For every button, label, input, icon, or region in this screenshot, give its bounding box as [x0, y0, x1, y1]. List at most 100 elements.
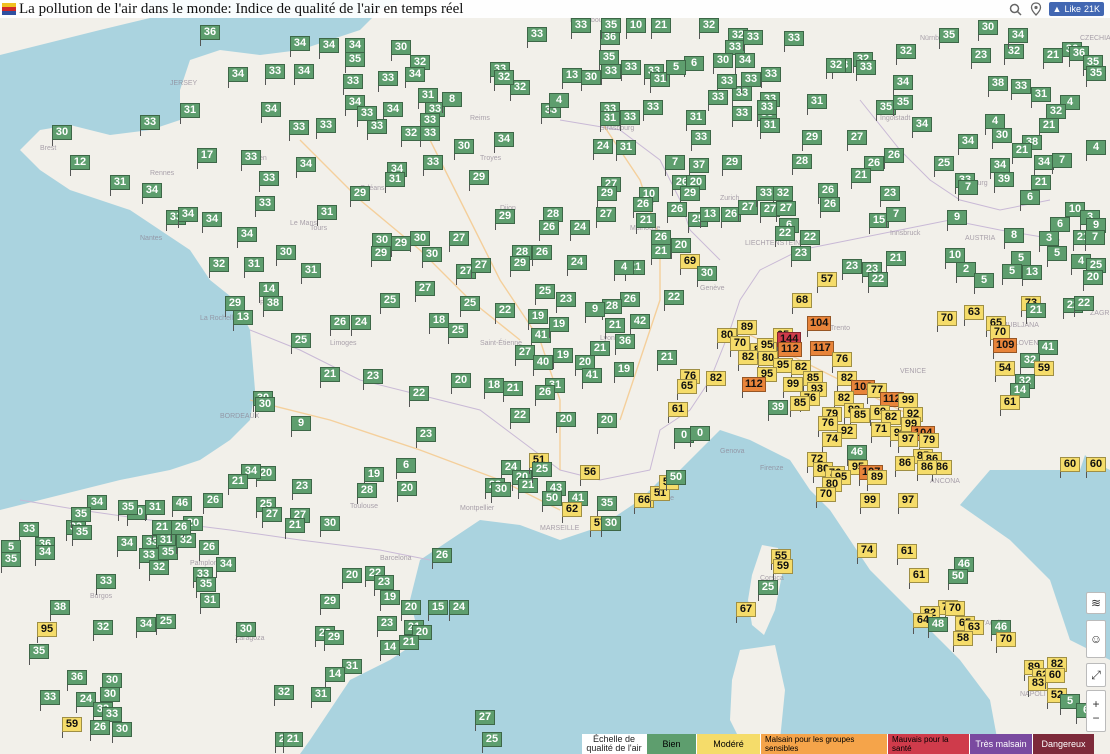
station-marker[interactable]: 35 — [71, 507, 91, 528]
station-marker[interactable]: 7 — [886, 207, 906, 228]
station-marker[interactable]: 60 — [1086, 457, 1106, 478]
station-marker[interactable]: 23 — [292, 479, 312, 500]
station-marker[interactable]: 33 — [378, 71, 398, 92]
station-marker[interactable]: 26 — [620, 292, 640, 313]
station-marker[interactable]: 18 — [429, 313, 449, 334]
station-marker[interactable]: 30 — [100, 687, 120, 708]
station-marker[interactable]: 31 — [317, 205, 337, 226]
station-marker[interactable]: 6 — [684, 56, 704, 77]
station-marker[interactable]: 63 — [964, 305, 984, 326]
station-marker[interactable]: 4 — [549, 93, 569, 114]
station-marker[interactable]: 27 — [471, 258, 491, 279]
station-marker[interactable]: 85 — [850, 408, 870, 429]
station-marker[interactable]: 30 — [391, 40, 411, 61]
station-marker[interactable]: 67 — [736, 602, 756, 623]
station-marker[interactable]: 33 — [741, 72, 761, 93]
station-marker[interactable]: 30 — [410, 231, 430, 252]
station-marker[interactable]: 21 — [518, 478, 538, 499]
station-marker[interactable]: 34 — [294, 64, 314, 85]
station-marker[interactable]: 31 — [1031, 87, 1051, 108]
station-marker[interactable]: 13 — [562, 68, 582, 89]
station-marker[interactable]: 7 — [958, 180, 978, 201]
station-marker[interactable]: 30 — [112, 722, 132, 743]
station-marker[interactable]: 61 — [909, 568, 929, 589]
station-marker[interactable]: 60 — [1060, 457, 1080, 478]
station-marker[interactable]: 26 — [651, 230, 671, 251]
search-icon[interactable] — [1009, 2, 1023, 16]
station-marker[interactable]: 35 — [345, 52, 365, 73]
station-marker[interactable]: 57 — [817, 272, 837, 293]
station-marker[interactable]: 38 — [50, 600, 70, 621]
station-marker[interactable]: 29 — [324, 630, 344, 651]
station-marker[interactable]: 30 — [255, 397, 275, 418]
station-marker[interactable]: 50 — [948, 569, 968, 590]
station-marker[interactable]: 46 — [847, 445, 867, 466]
station-marker[interactable]: 21 — [1026, 303, 1046, 324]
station-marker[interactable]: 31 — [110, 175, 130, 196]
station-marker[interactable]: 34 — [142, 183, 162, 204]
station-marker[interactable]: 32 — [699, 18, 719, 39]
station-marker[interactable]: 21 — [651, 18, 671, 39]
station-marker[interactable]: 34 — [494, 132, 514, 153]
station-marker[interactable]: 21 — [590, 341, 610, 362]
station-marker[interactable]: 33 — [316, 118, 336, 139]
station-marker[interactable]: 20 — [556, 412, 576, 433]
station-marker[interactable]: 35 — [118, 500, 138, 521]
station-marker[interactable]: 33 — [140, 115, 160, 136]
station-marker[interactable]: 33 — [601, 64, 621, 85]
station-marker[interactable]: 10 — [626, 18, 646, 39]
station-marker[interactable]: 22 — [409, 386, 429, 407]
station-marker[interactable]: 33 — [343, 74, 363, 95]
station-marker[interactable]: 26 — [171, 520, 191, 541]
station-marker[interactable]: 27 — [738, 200, 758, 221]
station-marker[interactable]: 20 — [401, 600, 421, 621]
station-marker[interactable]: 30 — [581, 70, 601, 91]
station-marker[interactable]: 21 — [605, 318, 625, 339]
station-marker[interactable]: 35 — [597, 496, 617, 517]
station-marker[interactable]: 12 — [70, 155, 90, 176]
station-marker[interactable]: 30 — [697, 266, 717, 287]
station-marker[interactable]: 18 — [484, 378, 504, 399]
station-marker[interactable]: 19 — [553, 348, 573, 369]
station-marker[interactable]: 33 — [527, 27, 547, 48]
station-marker[interactable]: 50 — [666, 470, 686, 491]
station-marker[interactable]: 25 — [532, 462, 552, 483]
station-marker[interactable]: 33 — [691, 130, 711, 151]
station-marker[interactable]: 25 — [934, 156, 954, 177]
station-marker[interactable]: 34 — [216, 557, 236, 578]
station-marker[interactable]: 19 — [528, 309, 548, 330]
zoom-controls[interactable]: + − — [1086, 690, 1106, 732]
station-marker[interactable]: 112 — [742, 377, 766, 398]
fullscreen-button[interactable]: ⤢ — [1086, 663, 1106, 687]
station-marker[interactable]: 32 — [826, 58, 846, 79]
station-marker[interactable]: 62 — [562, 502, 582, 523]
station-marker[interactable]: 27 — [847, 130, 867, 151]
station-marker[interactable]: 32 — [1046, 104, 1066, 125]
station-marker[interactable]: 30 — [601, 516, 621, 537]
station-marker[interactable]: 59 — [773, 559, 793, 580]
station-marker[interactable]: 25 — [291, 333, 311, 354]
station-marker[interactable]: 23 — [374, 575, 394, 596]
station-marker[interactable]: 26 — [884, 148, 904, 169]
station-marker[interactable]: 33 — [289, 120, 309, 141]
station-marker[interactable]: 19 — [549, 317, 569, 338]
station-marker[interactable]: 25 — [460, 296, 480, 317]
station-marker[interactable]: 23 — [377, 616, 397, 637]
station-marker[interactable]: 89 — [867, 470, 887, 491]
station-marker[interactable]: 82 — [738, 350, 758, 371]
station-marker[interactable]: 58 — [953, 631, 973, 652]
station-marker[interactable]: 76 — [818, 416, 838, 437]
station-marker[interactable]: 21 — [651, 244, 671, 265]
station-marker[interactable]: 9 — [291, 416, 311, 437]
station-marker[interactable]: 109 — [993, 338, 1018, 359]
station-marker[interactable]: 28 — [602, 299, 622, 320]
station-marker[interactable]: 34 — [117, 536, 137, 557]
station-marker[interactable]: 6 — [1020, 190, 1040, 211]
station-marker[interactable]: 21 — [320, 367, 340, 388]
station-marker[interactable]: 35 — [1086, 66, 1106, 87]
station-marker[interactable]: 21 — [1031, 175, 1051, 196]
station-marker[interactable]: 21 — [636, 213, 656, 234]
station-marker[interactable]: 30 — [236, 622, 256, 643]
station-marker[interactable]: 4 — [614, 260, 634, 281]
station-marker[interactable]: 61 — [668, 402, 688, 423]
